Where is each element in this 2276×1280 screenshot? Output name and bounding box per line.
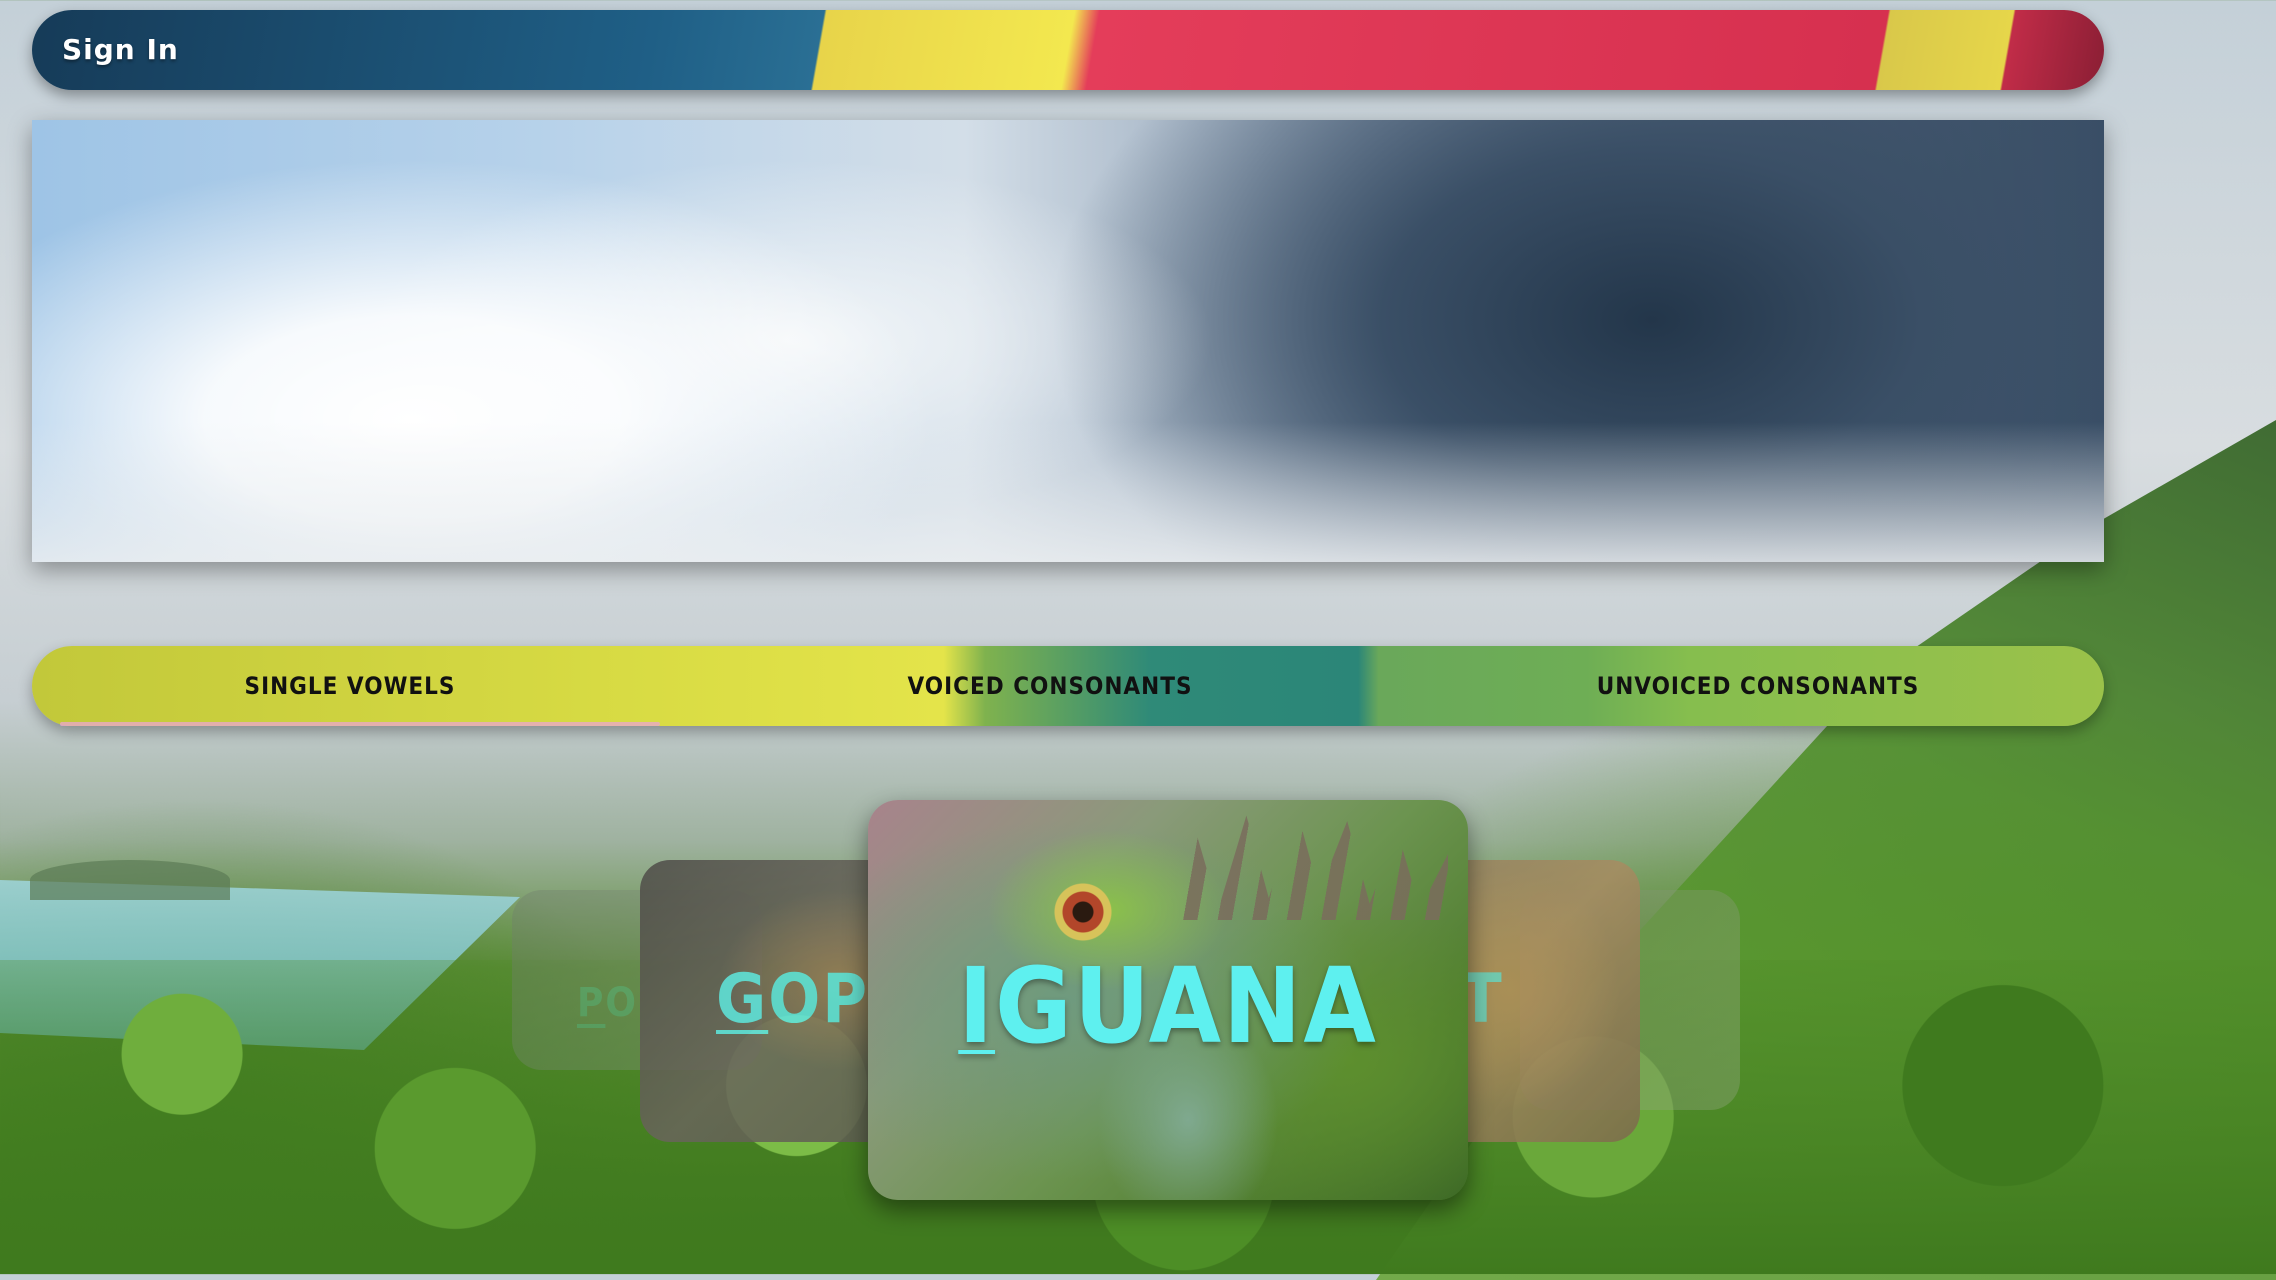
hero-fade: [32, 422, 2104, 562]
tab-voiced-consonants[interactable]: Voiced Consonants: [668, 646, 1432, 726]
category-tab-bar: Single Vowels Voiced Consonants Unvoiced…: [32, 646, 2104, 726]
tab-single-vowels[interactable]: Single Vowels: [32, 646, 668, 726]
tab-unvoiced-consonants[interactable]: Unvoiced Consonants: [1412, 646, 2104, 726]
word-card-far-left-label: PO: [577, 980, 638, 1026]
sign-in-link[interactable]: Sign In: [62, 10, 179, 90]
top-nav-bar: Sign In: [32, 10, 2104, 90]
hero-sky-banner: [32, 120, 2104, 562]
iguana-spikes-image: [1168, 810, 1448, 920]
word-card-iguana[interactable]: IGUANA: [868, 800, 1468, 1200]
background-island: [30, 860, 230, 900]
tab-underline: [60, 722, 660, 726]
word-card-iguana-label: IGUANA: [958, 945, 1378, 1067]
